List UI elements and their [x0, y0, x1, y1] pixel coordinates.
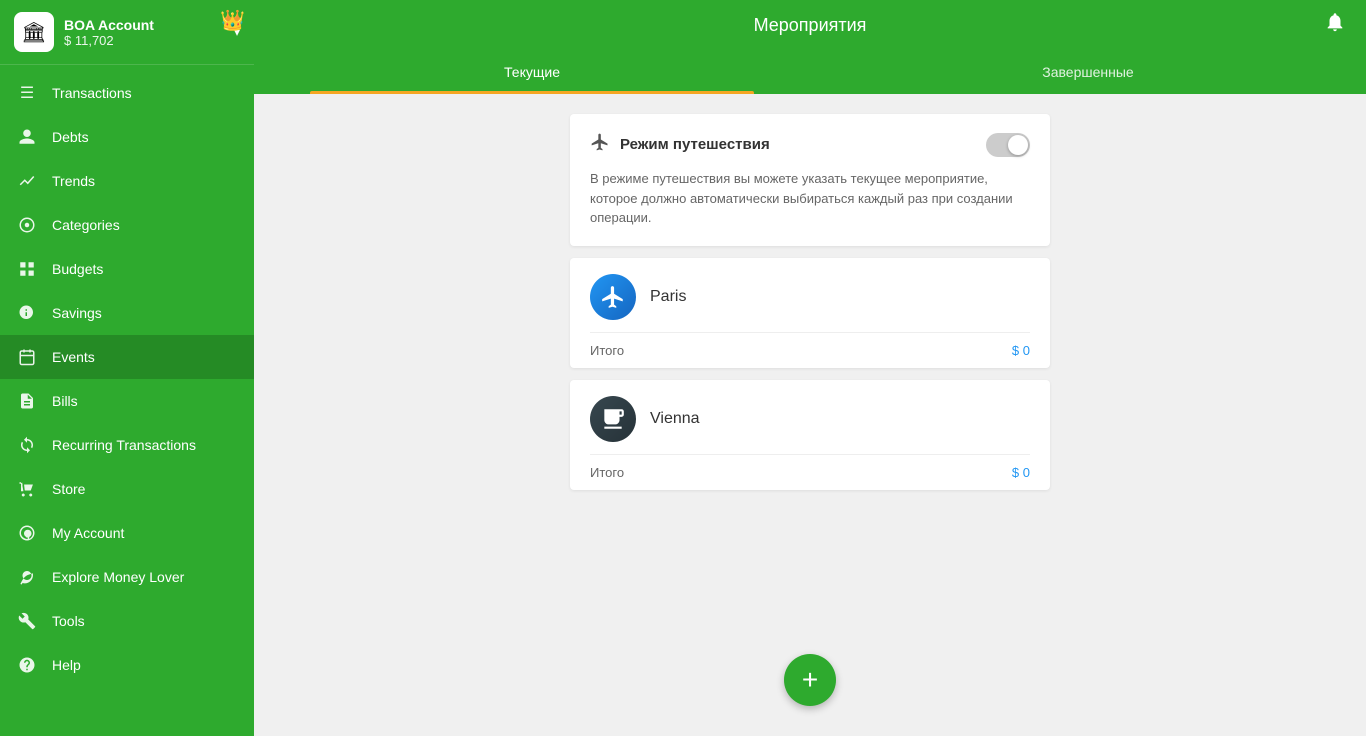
debts-icon: [16, 126, 38, 148]
paris-total-label: Итого: [590, 343, 624, 358]
sidebar-item-tools[interactable]: Tools: [0, 599, 254, 643]
travel-mode-toggle[interactable]: [986, 133, 1030, 157]
sidebar-nav: ☰ Transactions Debts Trends Categories: [0, 65, 254, 736]
vienna-total-label: Итого: [590, 465, 624, 480]
sidebar-header-left: 🏛 BOA Account $ 11,702: [14, 12, 154, 52]
sidebar-item-help[interactable]: Help: [0, 643, 254, 687]
sidebar-label-my-account: My Account: [52, 525, 124, 541]
sidebar-label-trends: Trends: [52, 173, 95, 189]
bills-icon: [16, 390, 38, 412]
sidebar-label-help: Help: [52, 657, 81, 673]
sidebar: 🏛 BOA Account $ 11,702 👑 ▾ ☰ Transaction…: [0, 0, 254, 736]
trends-icon: [16, 170, 38, 192]
budgets-icon: [16, 258, 38, 280]
tabs-bar: Текущие Завершенные: [254, 50, 1366, 94]
vienna-card-header: Vienna: [570, 380, 1050, 454]
bell-icon[interactable]: [1324, 11, 1346, 39]
sidebar-label-transactions: Transactions: [52, 85, 132, 101]
paris-total-row: Итого $ 0: [570, 333, 1050, 368]
paris-total-value: $ 0: [1012, 343, 1030, 358]
content-area: Режим путешествия В режиме путешествия в…: [254, 94, 1366, 736]
travel-mode-card: Режим путешествия В режиме путешествия в…: [570, 114, 1050, 246]
sidebar-label-explore: Explore Money Lover: [52, 569, 184, 585]
sidebar-label-recurring: Recurring Transactions: [52, 437, 196, 453]
event-card-paris[interactable]: Paris Итого $ 0: [570, 258, 1050, 368]
sidebar-item-bills[interactable]: Bills: [0, 379, 254, 423]
sidebar-label-bills: Bills: [52, 393, 78, 409]
store-icon: [16, 478, 38, 500]
vienna-event-icon: [590, 396, 636, 442]
page-title: Мероприятия: [754, 15, 867, 36]
sidebar-label-debts: Debts: [52, 129, 89, 145]
main-content: Мероприятия Текущие Завершенные Режим пу…: [254, 0, 1366, 736]
vienna-total-row: Итого $ 0: [570, 455, 1050, 490]
sidebar-item-budgets[interactable]: Budgets: [0, 247, 254, 291]
sidebar-item-recurring[interactable]: Recurring Transactions: [0, 423, 254, 467]
sidebar-item-my-account[interactable]: My Account: [0, 511, 254, 555]
account-name: BOA Account: [64, 17, 154, 33]
sidebar-header: 🏛 BOA Account $ 11,702 👑 ▾: [0, 0, 254, 65]
sidebar-item-savings[interactable]: Savings: [0, 291, 254, 335]
tab-current[interactable]: Текущие: [254, 50, 810, 94]
sidebar-item-debts[interactable]: Debts: [0, 115, 254, 159]
savings-icon: [16, 302, 38, 324]
app-logo: 🏛: [14, 12, 54, 52]
vienna-total-value: $ 0: [1012, 465, 1030, 480]
events-icon: [16, 346, 38, 368]
my-account-icon: [16, 522, 38, 544]
paris-event-name: Paris: [650, 288, 686, 306]
event-card-vienna[interactable]: Vienna Итого $ 0: [570, 380, 1050, 490]
plane-icon: [590, 132, 610, 157]
sidebar-label-store: Store: [52, 481, 85, 497]
sidebar-item-categories[interactable]: Categories: [0, 203, 254, 247]
sidebar-item-trends[interactable]: Trends: [0, 159, 254, 203]
sidebar-label-categories: Categories: [52, 217, 120, 233]
tab-completed[interactable]: Завершенные: [810, 50, 1366, 94]
sidebar-item-transactions[interactable]: ☰ Transactions: [0, 71, 254, 115]
vienna-event-name: Vienna: [650, 410, 700, 428]
sidebar-label-savings: Savings: [52, 305, 102, 321]
sidebar-label-tools: Tools: [52, 613, 85, 629]
paris-event-icon: [590, 274, 636, 320]
sidebar-label-events: Events: [52, 349, 95, 365]
sidebar-label-budgets: Budgets: [52, 261, 103, 277]
tools-icon: [16, 610, 38, 632]
travel-mode-header: Режим путешествия: [590, 132, 1030, 157]
help-icon: [16, 654, 38, 676]
travel-mode-title: Режим путешествия: [620, 136, 770, 153]
sidebar-item-explore[interactable]: Explore Money Lover: [0, 555, 254, 599]
logo-icon: 🏛: [21, 20, 46, 45]
top-bar: Мероприятия: [254, 0, 1366, 50]
explore-icon: [16, 566, 38, 588]
travel-mode-description: В режиме путешествия вы можете указать т…: [590, 169, 1030, 228]
travel-mode-title-row: Режим путешествия: [590, 132, 770, 157]
paris-card-header: Paris: [570, 258, 1050, 332]
account-balance: $ 11,702: [64, 33, 154, 48]
account-info: BOA Account $ 11,702: [64, 17, 154, 48]
sidebar-item-events[interactable]: Events: [0, 335, 254, 379]
recurring-icon: [16, 434, 38, 456]
add-event-button[interactable]: +: [784, 654, 836, 706]
sidebar-item-store[interactable]: Store: [0, 467, 254, 511]
transactions-icon: ☰: [16, 82, 38, 104]
categories-icon: [16, 214, 38, 236]
crown-icon: 👑: [220, 8, 245, 33]
